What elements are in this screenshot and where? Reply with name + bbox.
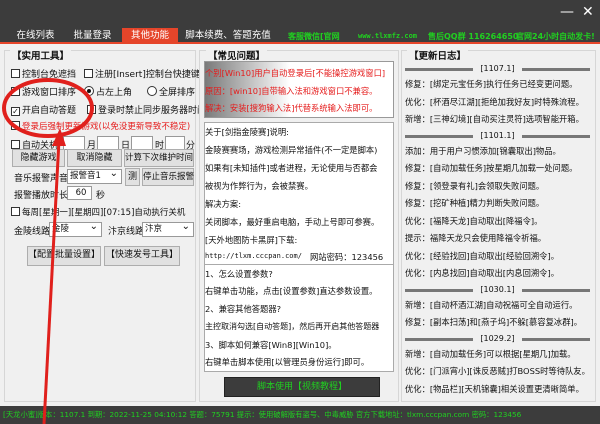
annotation-overlay — [2, 78, 94, 424]
highlight-ellipse — [2, 78, 94, 138]
arrow-line — [42, 139, 61, 424]
